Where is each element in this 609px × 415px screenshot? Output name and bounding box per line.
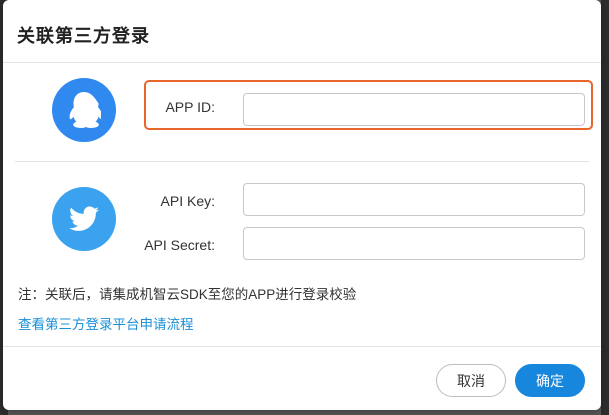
cancel-button[interactable]: 取消: [436, 364, 506, 397]
dialog-footer: 取消 确定: [3, 346, 601, 410]
app-id-input[interactable]: [243, 93, 585, 126]
dialog-title: 关联第三方登录: [17, 26, 150, 46]
api-secret-input[interactable]: [243, 227, 585, 260]
twitter-section: API Key: API Secret:: [15, 162, 589, 280]
api-secret-label: API Secret:: [144, 237, 215, 253]
api-key-input[interactable]: [243, 183, 585, 216]
app-id-label: APP ID:: [165, 99, 215, 115]
confirm-button[interactable]: 确定: [515, 364, 585, 397]
dialog-header: 关联第三方登录: [3, 0, 601, 63]
backdrop-right: [601, 0, 609, 415]
api-key-label: API Key:: [160, 193, 215, 209]
application-process-link[interactable]: 查看第三方登录平台申请流程: [18, 313, 194, 333]
qq-section: APP ID:: [15, 63, 593, 161]
third-party-login-dialog: 关联第三方登录 APP ID: API Key: API Secret: 注：关…: [3, 0, 601, 410]
integration-note: 注：关联后，请集成机智云SDK至您的APP进行登录校验: [18, 287, 357, 302]
